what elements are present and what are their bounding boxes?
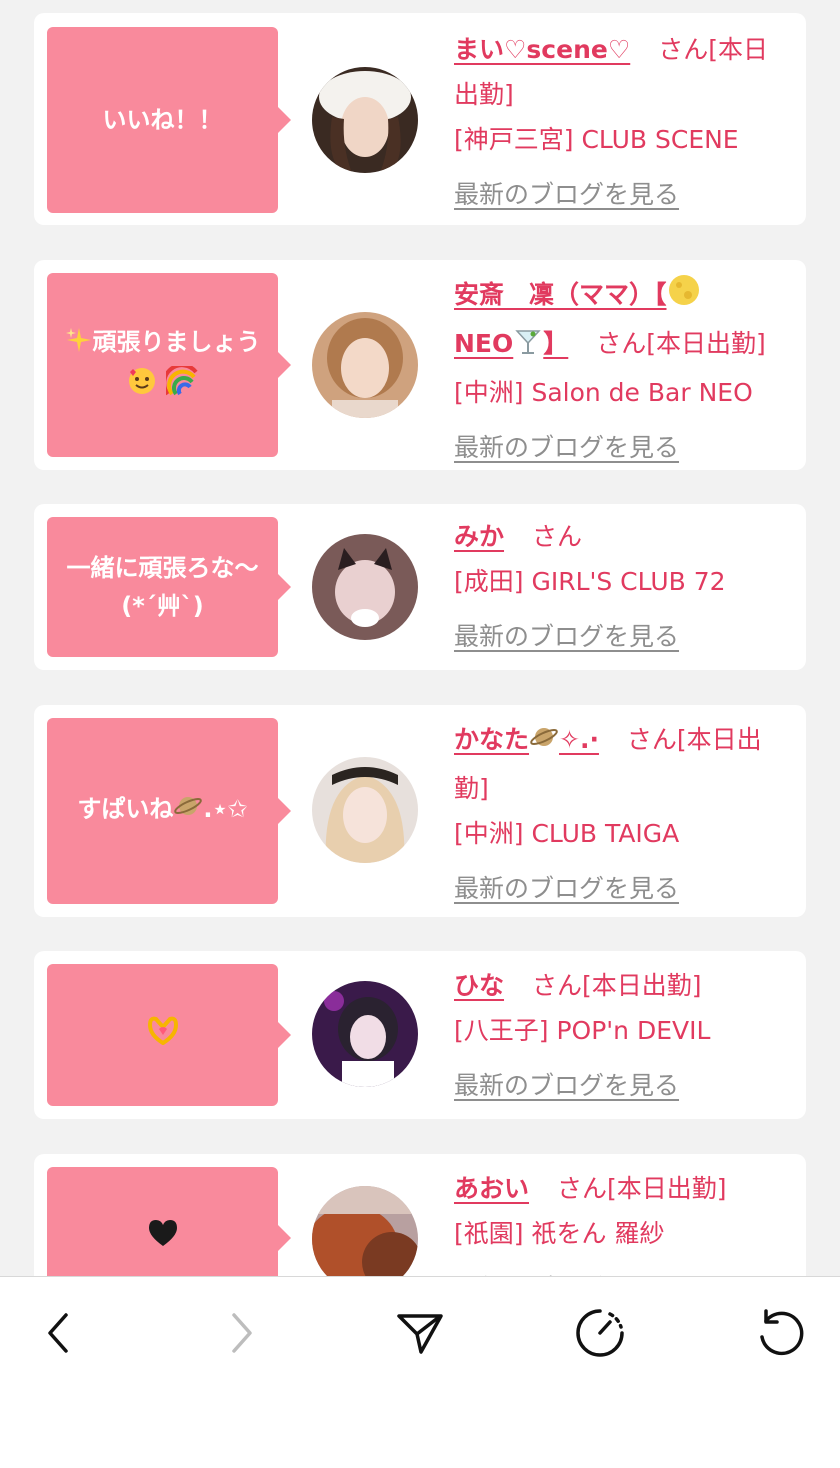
cast-card: ひな さん[本日出勤] [八王子] POP'n DEVIL 最新のブログを見る (34, 951, 806, 1119)
avatar[interactable] (312, 757, 418, 863)
cast-card: いいね！！ まい♡scene♡ さん[本日出勤] [神戸三宮] CLUB SCE… (34, 13, 806, 225)
message-text: 一緒に頑張ろな〜 (66, 554, 259, 582)
black-heart-icon (147, 1218, 179, 1259)
cast-status: さん[本日出勤] (531, 971, 702, 1000)
browser-toolbar (0, 1276, 840, 1468)
message-bubble: 頑張りましょう (47, 273, 291, 457)
cast-card: すぱいね .⋆✩ かなた ✧.· さん[本日出勤] [中洲] CLUB TAIGA … (34, 705, 806, 917)
cast-card: あおい さん[本日出勤] [祇園] 祇をん 羅紗 最新のブログを見る (34, 1154, 806, 1276)
avatar[interactable] (312, 534, 418, 640)
cast-info: かなた ✧.· さん[本日出勤] [中洲] CLUB TAIGA 最新のブログを見… (454, 717, 784, 911)
cast-info: あおい さん[本日出勤] [祇園] 祇をん 羅紗 最新のブログを見る (454, 1166, 784, 1276)
rainbow-icon (161, 363, 198, 407)
cast-name-part: NEO (454, 329, 514, 358)
avatar[interactable] (312, 312, 418, 418)
message-bubble (47, 1167, 291, 1276)
chevron-right-icon (232, 1313, 252, 1353)
cast-name-part: かなた (454, 725, 530, 754)
message-bubble: 一緒に頑張ろな〜 (*´艸`) (47, 517, 291, 657)
store-name: [神戸三宮] CLUB SCENE (454, 125, 739, 154)
message-text: すぱいね (77, 795, 174, 823)
cast-name-link[interactable]: あおい (454, 1174, 529, 1203)
back-button[interactable] (32, 1305, 88, 1361)
cast-info: ひな さん[本日出勤] [八王子] POP'n DEVIL 最新のブログを見る (454, 963, 784, 1108)
smiling-face-hearts-icon (127, 366, 157, 407)
avatar[interactable] (312, 1186, 418, 1276)
latest-blog-link[interactable]: 最新のブログを見る (454, 866, 679, 911)
cast-status: さん[本日出勤] (556, 1174, 727, 1203)
latest-blog-link[interactable]: 最新のブログを見る (454, 1063, 679, 1108)
cast-info: まい♡scene♡ さん[本日出勤] [神戸三宮] CLUB SCENE 最新の… (454, 27, 784, 217)
store-name: [祇園] 祇をん 羅紗 (454, 1219, 665, 1248)
sparkles-icon (65, 326, 93, 365)
reload-icon (760, 1309, 804, 1356)
latest-blog-link[interactable]: 最新のブログを見る (454, 614, 679, 659)
latest-blog-link[interactable]: 最新のブログを見る (454, 425, 679, 470)
message-bubble: すぱいね .⋆✩ (47, 718, 291, 904)
message-text-tail: .⋆✩ (203, 795, 248, 823)
ringed-planet-icon (173, 791, 203, 832)
avatar[interactable] (312, 981, 418, 1087)
cast-name-link[interactable]: みか (454, 522, 504, 551)
cast-name-link[interactable]: まい♡scene♡ (454, 35, 630, 64)
store-name: [成田] GIRL'S CLUB 72 (454, 567, 726, 596)
cast-name-part: ✧.· (559, 725, 599, 754)
latest-blog-link[interactable]: 最新のブログを見る (454, 1266, 679, 1276)
store-name: [八王子] POP'n DEVIL (454, 1016, 711, 1045)
ringed-planet-icon (529, 721, 559, 766)
cast-name-part: 】 (543, 329, 569, 358)
message-bubble: いいね！！ (47, 27, 291, 213)
moon-icon (667, 273, 701, 321)
forward-button[interactable] (212, 1305, 268, 1361)
timer-icon (576, 1309, 624, 1357)
heart-hands-icon (146, 1015, 180, 1056)
reload-button[interactable] (752, 1305, 808, 1361)
store-name: [中洲] Salon de Bar NEO (454, 378, 753, 407)
cast-status: さん (531, 522, 582, 551)
history-button[interactable] (572, 1305, 628, 1361)
message-bubble (47, 964, 291, 1106)
cocktail-icon (513, 325, 543, 370)
latest-blog-link[interactable]: 最新のブログを見る (454, 172, 679, 217)
cast-name-link[interactable]: ひな (454, 971, 504, 1000)
cast-card: 頑張りましょう 安斎 凜（ママ）【 NEO 】 さん[本日出勤] [中洲] Sal… (34, 260, 806, 470)
message-text-line2: (*´艸`) (121, 592, 204, 620)
cast-info: 安斎 凜（ママ）【 NEO 】 さん[本日出勤] [中洲] Salon de Bar… (454, 272, 784, 470)
send-icon (397, 1314, 443, 1354)
cast-name-link[interactable]: かなた ✧.· (454, 725, 599, 754)
cast-name-part: 安斎 凜（ママ）【 (454, 280, 667, 309)
share-button[interactable] (392, 1305, 448, 1361)
store-name: [中洲] CLUB TAIGA (454, 819, 680, 848)
message-text: いいね！！ (102, 106, 223, 134)
cast-feed[interactable]: いいね！！ まい♡scene♡ さん[本日出勤] [神戸三宮] CLUB SCE… (0, 0, 840, 1276)
message-text: 頑張りましょう (92, 328, 261, 356)
cast-info: みか さん [成田] GIRL'S CLUB 72 最新のブログを見る (454, 514, 784, 659)
cast-status: さん[本日出勤] (596, 329, 766, 358)
chevron-left-icon (48, 1313, 68, 1353)
avatar[interactable] (312, 67, 418, 173)
cast-card: 一緒に頑張ろな〜 (*´艸`) みか さん [成田] GIRL'S CLUB 7… (34, 504, 806, 670)
